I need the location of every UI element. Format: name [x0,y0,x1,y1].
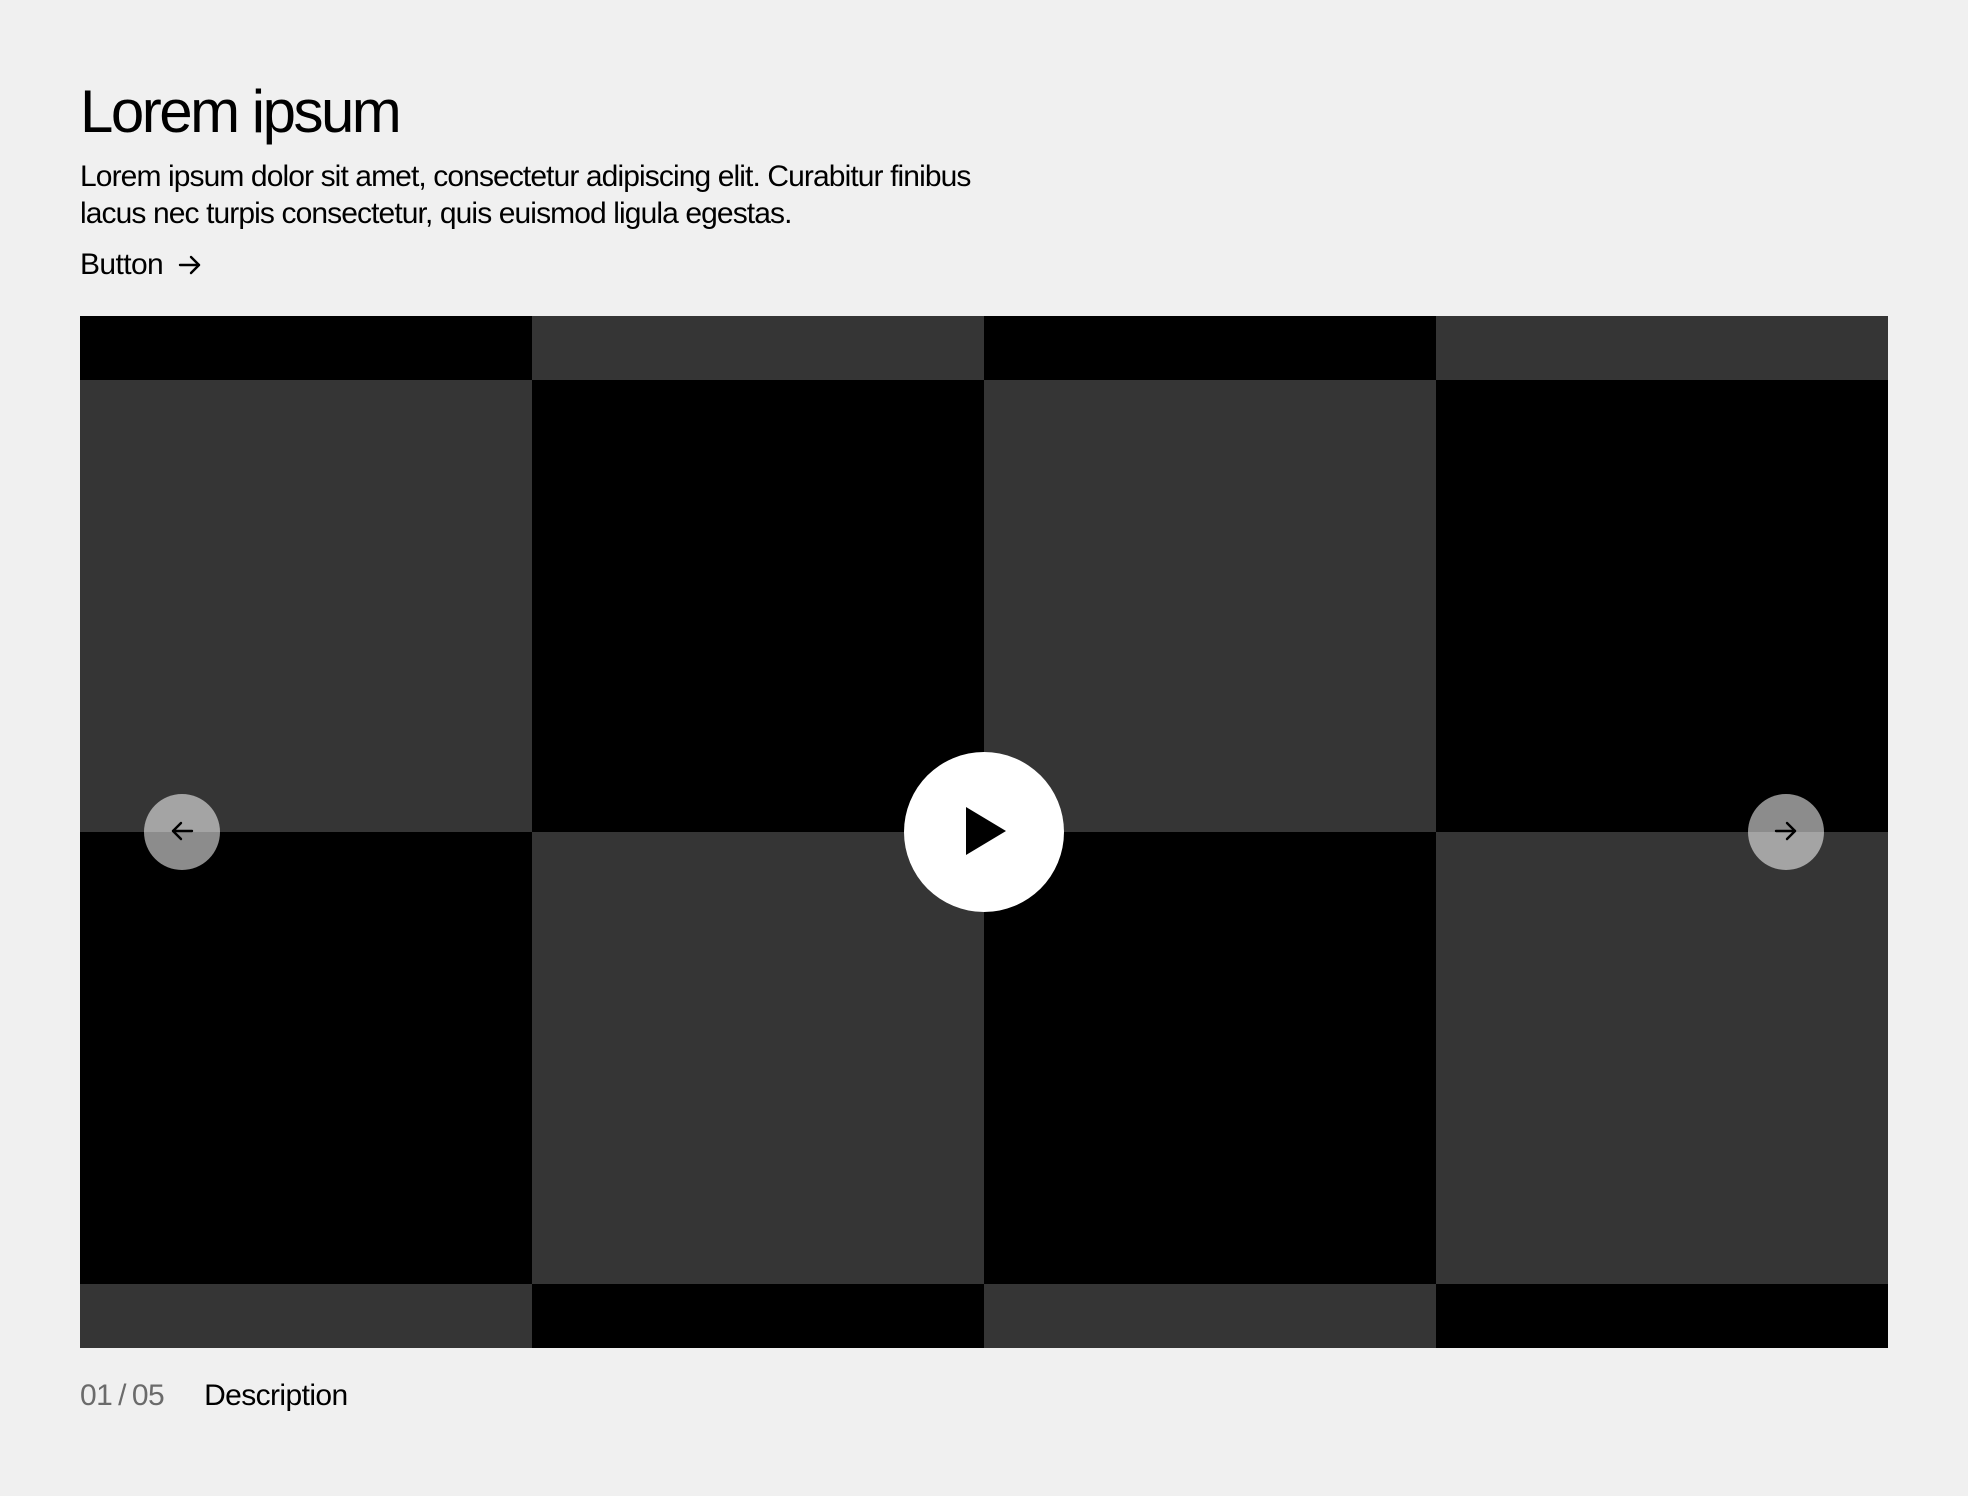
placeholder-tile [532,1284,984,1348]
arrow-right-icon [1773,818,1799,847]
placeholder-tile [532,380,984,832]
placeholder-tile [1436,316,1888,380]
placeholder-tile [1436,380,1888,832]
placeholder-tile [532,832,984,1284]
placeholder-tile [984,832,1436,1284]
placeholder-tile [80,316,532,380]
cta-button-label: Button [80,248,164,281]
placeholder-tile [532,316,984,380]
play-button[interactable] [904,752,1064,912]
next-slide-button[interactable] [1748,794,1824,870]
slide-counter-separator: / [118,1379,126,1412]
placeholder-tile [80,832,532,1284]
cta-button[interactable]: Button [80,244,203,286]
placeholder-tile [1436,832,1888,1284]
placeholder-tile [984,1284,1436,1348]
placeholder-tile [1436,1284,1888,1348]
previous-slide-button[interactable] [144,794,220,870]
placeholder-tile [984,316,1436,380]
slide-caption: 01 / 05 Description [80,1376,348,1416]
page-title: Lorem ipsum [80,78,402,145]
arrow-right-icon [177,252,203,278]
placeholder-tile [80,380,532,832]
arrow-left-icon [169,818,195,847]
placeholder-tile [80,1284,532,1348]
slide-counter-total: 05 [131,1379,165,1412]
video-carousel[interactable] [80,316,1888,1348]
slide-counter: 01 / 05 [80,1376,165,1416]
slide-counter-current: 01 [80,1379,113,1412]
play-icon [960,805,1008,860]
slide-description: Description [204,1379,348,1412]
placeholder-tile [984,380,1436,832]
page-description: Lorem ipsum dolor sit amet, consectetur … [80,160,971,230]
